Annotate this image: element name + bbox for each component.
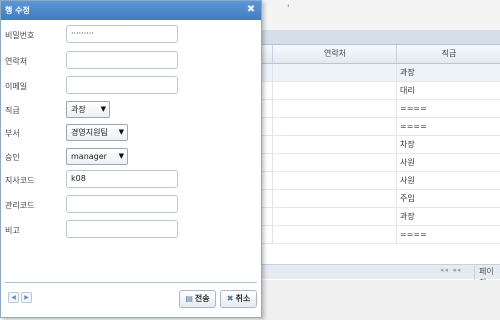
cell-position: 사원 [396, 154, 500, 171]
contact-field[interactable] [66, 51, 178, 69]
data-grid: 연락처 직급 과장 대리 ==== ==== 차장 사원 사원 주임 과장 ==== [262, 30, 500, 290]
grid-header: 연락처 직급 [262, 45, 500, 64]
submit-button-label: 전송 [194, 294, 210, 303]
table-row[interactable]: 주임 [262, 190, 500, 208]
submit-button[interactable]: ▤ 전송 [179, 290, 216, 308]
grid-pager: ◂◂ ◂◂ 페이지 [262, 264, 500, 288]
cell-position: ==== [396, 226, 500, 243]
cell-contact [272, 118, 396, 135]
grid-body: 과장 대리 ==== ==== 차장 사원 사원 주임 과장 ==== [262, 64, 500, 244]
cell-contact [272, 226, 396, 243]
password-field[interactable]: ········· [66, 25, 178, 43]
dropdown-arrow-icon: ▼ [100, 105, 106, 113]
contact-label: 연락처 [5, 57, 28, 66]
table-row[interactable]: 대리 [262, 82, 500, 100]
background-marker: ' [287, 4, 290, 14]
branch-code-field[interactable]: k08 [66, 170, 178, 188]
cancel-button[interactable]: ✖ 취소 [220, 290, 257, 308]
department-select[interactable]: 경영지원팀 ▼ [66, 124, 128, 141]
department-label: 부서 [5, 129, 20, 138]
table-row[interactable]: 사원 [262, 154, 500, 172]
cell-position: ==== [396, 118, 500, 135]
dropdown-arrow-icon: ▼ [118, 152, 124, 160]
table-row[interactable]: 과장 [262, 208, 500, 226]
cell-position: 주임 [396, 190, 500, 207]
cell-contact [272, 172, 396, 189]
remarks-field[interactable] [66, 220, 178, 238]
field-row-remarks: 비고 [1, 220, 261, 240]
table-row[interactable]: ==== [262, 118, 500, 136]
rank-select-value: 과장 [71, 105, 86, 114]
close-icon[interactable]: ✖ [245, 3, 257, 17]
department-select-value: 경영지원팀 [71, 128, 108, 137]
cell-position: ==== [396, 100, 500, 117]
column-header-contact[interactable]: 연락처 [272, 45, 397, 63]
x-icon: ✖ [226, 294, 234, 303]
field-row-password: 비밀번호 ········· [1, 25, 261, 45]
footer-divider [5, 282, 257, 283]
cell-contact [272, 208, 396, 225]
dropdown-arrow-icon: ▼ [118, 128, 124, 136]
dialog-titlebar[interactable]: 행 수정 ✖ [1, 1, 261, 20]
cell-position: 사원 [396, 172, 500, 189]
cell-position: 과장 [396, 64, 500, 81]
manage-code-field[interactable] [66, 195, 178, 213]
cell-position: 과장 [396, 208, 500, 225]
cancel-button-label: 취소 [235, 294, 251, 303]
rank-label: 직급 [5, 106, 20, 115]
table-row[interactable]: 과장 [262, 64, 500, 82]
email-label: 이메일 [5, 82, 28, 91]
password-label: 비밀번호 [5, 31, 35, 40]
cell-contact [272, 82, 396, 99]
field-row-rank: 직급 과장 ▼ [1, 100, 261, 120]
next-arrow-icon[interactable]: ▶ [21, 292, 32, 303]
field-row-contact: 연락처 [1, 51, 261, 71]
email-field[interactable] [66, 76, 178, 94]
column-header-position[interactable]: 직급 [396, 45, 500, 63]
cell-contact [272, 154, 396, 171]
field-row-approval: 승인 manager ▼ [1, 147, 261, 167]
approval-select[interactable]: manager ▼ [66, 148, 128, 165]
branch-code-label: 지사코드 [5, 176, 35, 185]
approval-select-value: manager [71, 152, 107, 161]
prev-arrow-icon[interactable]: ◀ [8, 292, 19, 303]
cell-position: 차장 [396, 136, 500, 153]
background-bottom [262, 280, 500, 320]
rank-select[interactable]: 과장 ▼ [66, 101, 110, 118]
field-row-branch-code: 지사코드 k08 [1, 170, 261, 190]
field-row-email: 이메일 [1, 76, 261, 96]
manage-code-label: 관리코드 [5, 201, 35, 210]
cell-contact [272, 136, 396, 153]
table-row[interactable]: ==== [262, 226, 500, 244]
table-row[interactable]: 차장 [262, 136, 500, 154]
cell-contact [272, 190, 396, 207]
field-row-department: 부서 경영지원팀 ▼ [1, 123, 261, 143]
cell-contact [272, 64, 396, 81]
field-row-manage-code: 관리코드 [1, 195, 261, 215]
approval-label: 승인 [5, 153, 20, 162]
edit-row-dialog: 행 수정 ✖ 비밀번호 ········· 연락처 이메일 직급 과장 ▼ 부서… [0, 0, 262, 318]
remarks-label: 비고 [5, 226, 20, 235]
cell-position: 대리 [396, 82, 500, 99]
dialog-title: 행 수정 [5, 6, 30, 15]
table-row[interactable]: ==== [262, 100, 500, 118]
grid-caption-bar [262, 30, 500, 45]
pager-nav-icon[interactable]: ◂◂ ◂◂ [440, 266, 461, 274]
save-icon: ▤ [185, 294, 193, 303]
cell-contact [272, 100, 396, 117]
table-row[interactable]: 사원 [262, 172, 500, 190]
